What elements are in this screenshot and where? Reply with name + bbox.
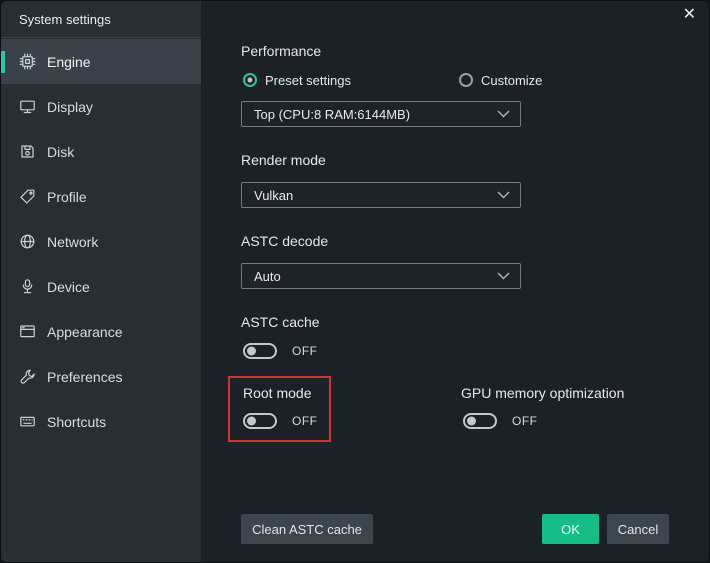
sidebar-item-label: Network <box>47 234 98 250</box>
toggle-off-icon <box>243 343 277 359</box>
dropdown-value: Auto <box>254 269 281 284</box>
floppy-disk-icon <box>19 143 36 160</box>
radio-unselected-icon <box>459 73 473 87</box>
sidebar-item-label: Shortcuts <box>47 414 106 430</box>
toggle-state-label: OFF <box>512 414 538 428</box>
chevron-down-icon <box>497 110 510 118</box>
preset-settings-radio[interactable]: Preset settings <box>243 72 351 88</box>
clean-astc-cache-button[interactable]: Clean ASTC cache <box>241 514 373 544</box>
astc-decode-label: ASTC decode <box>241 233 328 249</box>
root-mode-label: Root mode <box>243 385 311 401</box>
toggle-state-label: OFF <box>292 414 318 428</box>
render-mode-label: Render mode <box>241 152 326 168</box>
sidebar-item-engine[interactable]: Engine <box>1 39 201 84</box>
sidebar-item-label: Disk <box>47 144 74 160</box>
selected-indicator <box>1 51 5 73</box>
sidebar-item-shortcuts[interactable]: Shortcuts <box>1 399 201 444</box>
toggle-state-label: OFF <box>292 344 318 358</box>
chevron-down-icon <box>497 272 510 280</box>
monitor-icon <box>19 98 36 115</box>
gpu-memory-toggle[interactable]: OFF <box>463 413 538 429</box>
sidebar-item-display[interactable]: Display <box>1 84 201 129</box>
sidebar-item-label: Appearance <box>47 324 123 340</box>
radio-label: Preset settings <box>265 73 351 88</box>
render-mode-dropdown[interactable]: Vulkan <box>241 182 521 208</box>
sidebar-item-label: Display <box>47 99 93 115</box>
cpu-chip-icon <box>19 53 36 70</box>
sidebar-item-device[interactable]: Device <box>1 264 201 309</box>
root-mode-toggle[interactable]: OFF <box>243 413 318 429</box>
sidebar-item-label: Profile <box>47 189 87 205</box>
wrench-icon <box>19 368 36 385</box>
radio-selected-icon <box>243 73 257 87</box>
sidebar-item-label: Engine <box>47 54 91 70</box>
ok-button[interactable]: OK <box>542 514 599 544</box>
tag-icon <box>19 188 36 205</box>
keyboard-icon <box>19 413 36 430</box>
globe-icon <box>19 233 36 250</box>
sidebar-item-label: Preferences <box>47 369 122 385</box>
astc-cache-label: ASTC cache <box>241 314 320 330</box>
sidebar-item-preferences[interactable]: Preferences <box>1 354 201 399</box>
performance-preset-dropdown[interactable]: Top (CPU:8 RAM:6144MB) <box>241 101 521 127</box>
close-icon[interactable]: ✕ <box>683 7 696 23</box>
dropdown-value: Vulkan <box>254 188 293 203</box>
astc-decode-dropdown[interactable]: Auto <box>241 263 521 289</box>
gpu-memory-label: GPU memory optimization <box>461 385 624 401</box>
sidebar-item-label: Device <box>47 279 90 295</box>
cancel-button[interactable]: Cancel <box>607 514 669 544</box>
system-settings-dialog: System settings Engine Display <box>0 0 710 563</box>
toggle-off-icon <box>243 413 277 429</box>
device-mic-icon <box>19 278 36 295</box>
sidebar-nav: Engine Display Disk <box>1 39 201 444</box>
sidebar: System settings Engine Display <box>1 1 201 562</box>
radio-label: Customize <box>481 73 542 88</box>
performance-label: Performance <box>241 43 321 59</box>
customize-radio[interactable]: Customize <box>459 72 542 88</box>
window-layout-icon <box>19 323 36 340</box>
astc-cache-toggle[interactable]: OFF <box>243 343 318 359</box>
dropdown-value: Top (CPU:8 RAM:6144MB) <box>254 107 410 122</box>
sidebar-item-profile[interactable]: Profile <box>1 174 201 219</box>
sidebar-item-network[interactable]: Network <box>1 219 201 264</box>
dialog-title: System settings <box>1 1 201 38</box>
sidebar-item-appearance[interactable]: Appearance <box>1 309 201 354</box>
chevron-down-icon <box>497 191 510 199</box>
toggle-off-icon <box>463 413 497 429</box>
sidebar-item-disk[interactable]: Disk <box>1 129 201 174</box>
